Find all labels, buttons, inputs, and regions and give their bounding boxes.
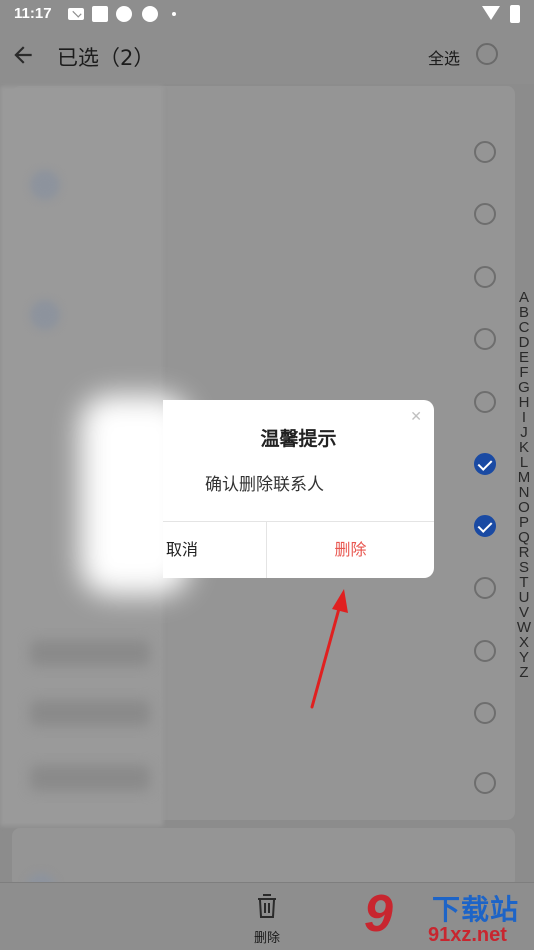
index-letter[interactable]: Z (519, 665, 528, 680)
index-letter[interactable]: S (519, 560, 529, 575)
index-letter[interactable]: Q (518, 530, 530, 545)
index-letter[interactable]: H (519, 395, 530, 410)
index-letter[interactable]: O (518, 500, 530, 515)
row-checkbox[interactable] (474, 391, 496, 413)
close-icon[interactable]: ✕ (410, 409, 422, 425)
index-letter[interactable]: B (519, 305, 529, 320)
dialog-title: 温馨提示 (260, 428, 337, 450)
row-checkbox[interactable] (474, 141, 496, 163)
cancel-button[interactable]: 取消 (163, 522, 266, 578)
index-letter[interactable]: X (519, 635, 529, 650)
mail-icon (68, 8, 84, 20)
app-bar: 已选（2） 全选 (0, 28, 534, 84)
avatar (30, 300, 60, 330)
watermark-url: 91xz.net (428, 924, 507, 946)
index-letter[interactable]: U (519, 590, 530, 605)
select-all-radio[interactable] (476, 43, 498, 65)
row-checkbox[interactable] (474, 266, 496, 288)
row-checkbox[interactable] (474, 702, 496, 724)
index-letter[interactable]: N (519, 485, 530, 500)
delete-button[interactable]: 删除 (267, 522, 434, 578)
row-checkbox-checked[interactable] (474, 515, 496, 537)
index-letter[interactable]: Y (519, 650, 529, 665)
redacted-name (30, 700, 150, 726)
index-letter[interactable]: R (519, 545, 530, 560)
status-bar: 11:17 (0, 0, 534, 28)
row-checkbox[interactable] (474, 577, 496, 599)
index-letter[interactable]: I (522, 410, 526, 425)
index-letter[interactable]: L (520, 455, 528, 470)
index-letter[interactable]: V (519, 605, 529, 620)
index-letter[interactable]: W (517, 620, 531, 635)
index-letter[interactable]: E (519, 350, 529, 365)
watermark-logo: 9 下载站 91xz.net (362, 886, 534, 950)
watermark-logo-mark: 9 (364, 885, 393, 943)
redacted-name (30, 640, 150, 666)
confirm-delete-dialog: ✕ 温馨提示 确认删除联系人 取消 删除 (163, 400, 434, 578)
contact-list-section (12, 828, 515, 903)
shutter-icon (142, 6, 158, 22)
index-letter[interactable]: K (519, 440, 529, 455)
index-letter[interactable]: A (519, 290, 529, 305)
dialog-message: 确认删除联系人 (205, 475, 324, 495)
back-arrow-icon[interactable] (10, 42, 36, 68)
watermark-title: 下载站 (432, 893, 520, 926)
wifi-icon (482, 6, 500, 20)
dot-icon (172, 12, 176, 16)
row-checkbox[interactable] (474, 640, 496, 662)
trash-icon[interactable] (255, 893, 279, 919)
index-letter[interactable]: P (519, 515, 529, 530)
battery-charging-icon (510, 5, 520, 23)
index-letter[interactable]: G (518, 380, 530, 395)
square-icon (92, 6, 108, 22)
index-letter[interactable]: J (520, 425, 528, 440)
shutter-icon (116, 6, 132, 22)
row-checkbox[interactable] (474, 772, 496, 794)
index-letter[interactable]: D (519, 335, 530, 350)
index-letter[interactable]: C (519, 320, 530, 335)
redacted-name (30, 765, 150, 791)
row-checkbox[interactable] (474, 328, 496, 350)
alphabet-index[interactable]: ABCDEFGHIJKLMNOPQRSTUVWXYZ (515, 290, 533, 680)
page-title: 已选（2） (57, 46, 155, 70)
row-checkbox[interactable] (474, 203, 496, 225)
annotation-arrow-icon (310, 589, 348, 709)
avatar (30, 170, 60, 200)
index-letter[interactable]: T (519, 575, 528, 590)
index-letter[interactable]: M (518, 470, 531, 485)
select-all-label[interactable]: 全选 (428, 45, 460, 69)
index-letter[interactable]: F (519, 365, 528, 380)
row-checkbox-checked[interactable] (474, 453, 496, 475)
status-time: 11:17 (14, 5, 52, 22)
